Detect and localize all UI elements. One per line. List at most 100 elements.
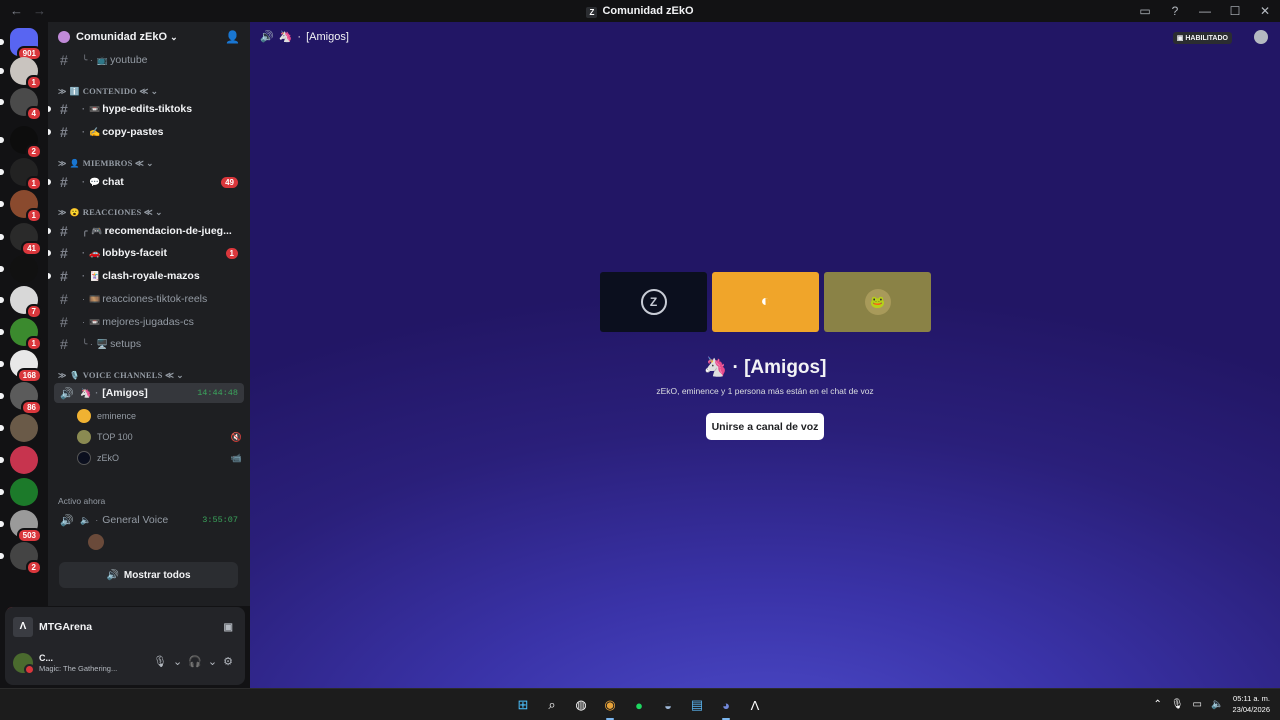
chevron-down-icon[interactable]: ⌄ xyxy=(173,655,182,668)
hash-icon: # xyxy=(60,174,68,190)
channel-youtube[interactable]: # ╰ · 📺 youtube xyxy=(54,50,244,70)
spotify-icon[interactable]: ● xyxy=(629,695,649,715)
server-icon[interactable]: 7 xyxy=(0,286,42,319)
help-icon[interactable]: ? xyxy=(1160,4,1190,18)
notification-badge: 41 xyxy=(21,241,42,256)
user-info[interactable]: C... Magic: The Gathering... 🎙 ⌄ 🎧 ⌄ ⚙ xyxy=(13,649,237,677)
server-icon[interactable]: 1 xyxy=(0,190,42,223)
channel-sidebar: Comunidad zEkO ⌄ 👤 # ╰ · 📺 youtube ≫ ℹ️ CO… xyxy=(48,22,250,606)
server-icon[interactable]: 4 xyxy=(0,88,42,121)
server-icon[interactable]: 2 xyxy=(0,542,42,575)
unread-indicator xyxy=(0,137,4,143)
server-icon[interactable]: 1 xyxy=(0,158,42,191)
notification-badge: 168 xyxy=(16,368,42,383)
server-header[interactable]: Comunidad zEkO ⌄ 👤 xyxy=(48,22,250,52)
steam-icon[interactable]: ◒ xyxy=(658,695,678,715)
channel-recomendacion-de-juegos[interactable]: # ╭ 🎮 recomendacion-de-jueg... xyxy=(48,221,244,241)
inbox-icon[interactable]: ▭ xyxy=(1130,4,1160,18)
voice-user-top100[interactable]: TOP 100 🔇 xyxy=(77,428,242,446)
add-user-icon[interactable]: 👤 xyxy=(225,30,240,44)
notepad-icon[interactable]: ▤ xyxy=(687,695,707,715)
avatar: Z xyxy=(640,289,667,315)
arena-icon[interactable]: Λ xyxy=(745,695,765,715)
avatar[interactable] xyxy=(88,534,104,550)
microphone-icon[interactable]: 🎙 xyxy=(1171,699,1184,710)
category-miembros[interactable]: ≫ 👤 MIEMBROS ≪ ⌄ xyxy=(58,156,154,170)
activity-row[interactable]: Λ MTGArena ▣ xyxy=(13,614,237,640)
unread-indicator xyxy=(0,361,4,367)
notification-badge: 4 xyxy=(25,106,42,121)
category-voice-channels[interactable]: ≫ 🎙️ VOICE CHANNELS ≪ ⌄ xyxy=(58,368,184,382)
category-contenido[interactable]: ≫ ℹ️ CONTENIDO ≪ ⌄ xyxy=(58,84,158,98)
category-reacciones[interactable]: ≫ 😮 REACCIONES ≪ ⌄ xyxy=(58,205,163,219)
server-icon[interactable]: 2 xyxy=(0,126,42,159)
headphones-icon[interactable]: 🎧 xyxy=(188,655,202,668)
channel-copy-pastes[interactable]: # · ✍️ copy-pastes xyxy=(48,122,244,142)
discord-icon[interactable]: ◕ xyxy=(716,695,736,720)
discord-home-icon[interactable]: 901 xyxy=(0,28,42,61)
server-icon[interactable]: 1 xyxy=(0,318,42,351)
notification-badge: 2 xyxy=(25,560,42,575)
system-tray: ⌃ 🎙 ▭ 🔈 05:11 a. m. 23/04/2026 xyxy=(1153,693,1270,715)
mention-badge: 49 xyxy=(221,176,238,188)
channel-chat[interactable]: # · 💬 chat 49 xyxy=(48,172,244,192)
server-icon[interactable] xyxy=(0,478,38,506)
speaker-icon: 🔊 xyxy=(60,514,74,527)
close-button[interactable]: ✕ xyxy=(1250,4,1280,18)
chat-icon[interactable] xyxy=(1254,30,1268,44)
volume-icon[interactable]: 🔈 xyxy=(1211,699,1223,710)
microphone-icon[interactable]: 🎙 xyxy=(153,655,167,668)
gear-icon[interactable]: ⚙ xyxy=(223,655,233,668)
channel-reacciones-tiktok-reels[interactable]: # · 🎞️ reacciones-tiktok-reels xyxy=(54,289,244,309)
active-voice-general[interactable]: 🔊 🔈 · General Voice 3:55:07 xyxy=(54,510,244,530)
start-icon[interactable]: ⊞ xyxy=(513,695,533,715)
hash-icon: # xyxy=(60,101,68,117)
avatar xyxy=(77,430,91,444)
chevron-up-icon[interactable]: ⌃ xyxy=(1153,699,1161,710)
channel-header: 🔊 🦄 · [Amigos] xyxy=(260,30,349,44)
search-icon[interactable]: ⌕ xyxy=(542,695,562,715)
window-controls: ▭ ? — ☐ ✕ xyxy=(1130,0,1280,22)
notification-badge: 1 xyxy=(25,336,42,351)
channel-mejores-jugadas-cs[interactable]: # · 📼 mejores-jugadas-cs xyxy=(54,312,244,332)
channel-lobbys-faceit[interactable]: # · 🚗 lobbys-faceit 1 xyxy=(48,243,244,263)
minimize-button[interactable]: — xyxy=(1190,4,1220,18)
voice-user-zeko[interactable]: zEkO 📹 xyxy=(77,449,242,467)
status-badge: ▣ HABILITADO xyxy=(1172,32,1232,44)
unread-indicator xyxy=(0,99,4,105)
unread-indicator xyxy=(0,297,4,303)
maximize-button[interactable]: ☐ xyxy=(1220,4,1250,18)
unread-indicator xyxy=(0,39,4,45)
chevron-down-icon[interactable]: ⌄ xyxy=(208,655,217,668)
server-icon[interactable]: 86 xyxy=(0,382,42,415)
voice-channel-amigos[interactable]: 🔊 🦄 · [Amigos] 14:44:48 xyxy=(54,383,244,403)
server-logo-icon: Z xyxy=(586,7,598,18)
notification-badge: 503 xyxy=(16,528,42,543)
participant-tile-eminence[interactable]: ◐ xyxy=(712,272,819,332)
chrome-icon[interactable]: ◉ xyxy=(600,695,620,720)
server-icon[interactable] xyxy=(0,414,38,442)
tool-icon[interactable]: ◍ xyxy=(571,695,591,715)
server-icon[interactable]: 168 xyxy=(0,350,42,383)
channel-hype-edits-tiktoks[interactable]: # · 📼 hype-edits-tiktoks xyxy=(48,99,244,119)
voice-user-eminence[interactable]: eminence xyxy=(77,407,242,425)
participant-tile-top100[interactable]: 🐸 xyxy=(824,272,931,332)
hash-icon: # xyxy=(60,52,68,68)
speaker-icon: 🔊 xyxy=(260,31,274,43)
server-icon[interactable] xyxy=(0,255,38,283)
clock[interactable]: 05:11 a. m. 23/04/2026 xyxy=(1232,693,1270,715)
screen-share-icon[interactable]: ▣ xyxy=(224,622,233,633)
show-all-button[interactable]: 🔊 Mostrar todos xyxy=(59,562,238,588)
unread-indicator xyxy=(0,169,4,175)
server-icon[interactable]: 41 xyxy=(0,223,42,256)
server-icon[interactable] xyxy=(0,446,38,474)
channel-clash-royale-mazos[interactable]: # · 🃏 clash-royale-mazos xyxy=(48,266,244,286)
avatar xyxy=(77,409,91,423)
server-icon[interactable]: 1 xyxy=(0,57,42,90)
network-icon[interactable]: ▭ xyxy=(1193,699,1202,710)
join-voice-button[interactable]: Unirse a canal de voz xyxy=(706,413,824,440)
server-name: Comunidad zEkO xyxy=(76,31,168,43)
server-icon[interactable]: 503 xyxy=(0,510,42,543)
participant-tile-zeko[interactable]: Z xyxy=(600,272,707,332)
channel-setups[interactable]: # ╰ · 🖥️ setups xyxy=(54,334,244,354)
